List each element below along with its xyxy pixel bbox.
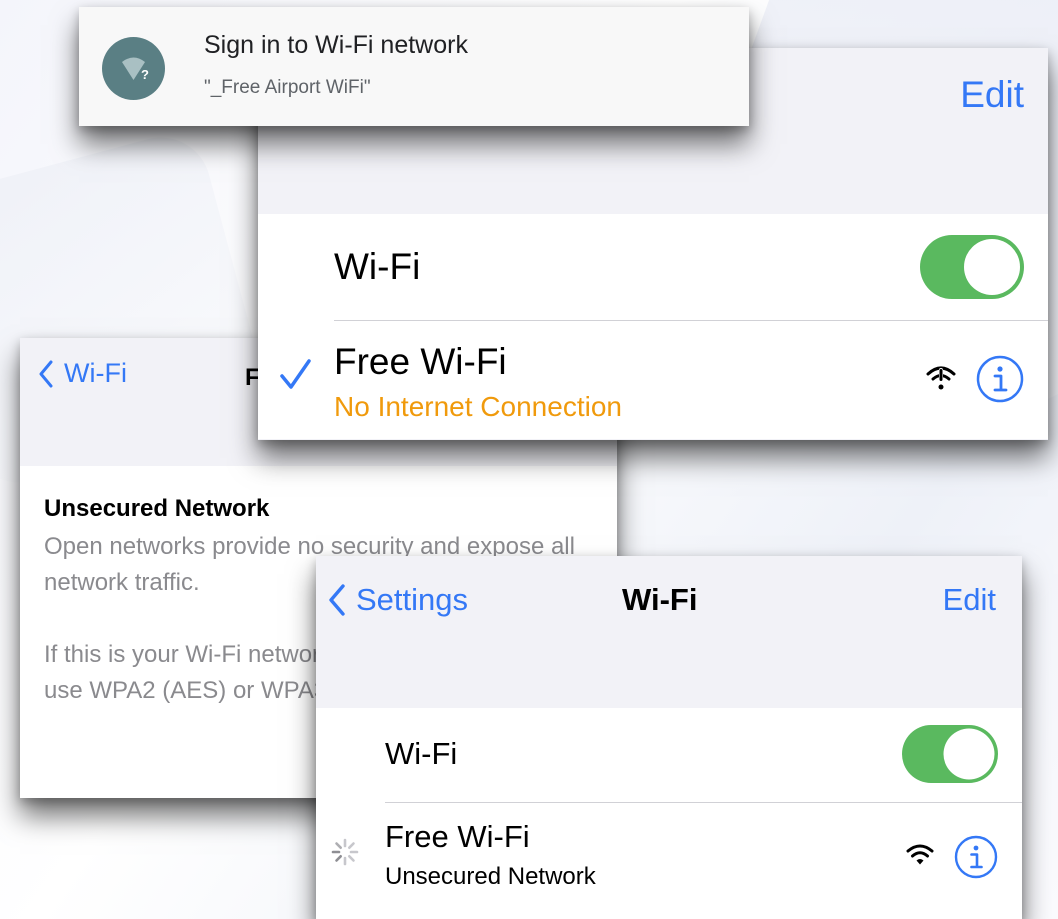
- loading-spinner-icon: [331, 838, 359, 866]
- notification-badge: ?: [102, 37, 165, 100]
- wifi-settings-screen: Settings Wi-Fi Edit Wi-Fi Free Wi-Fi Uns…: [316, 556, 1022, 919]
- wifi-question-icon: ?: [122, 57, 149, 82]
- info-icon[interactable]: [976, 355, 1024, 403]
- edit-button[interactable]: Edit: [943, 582, 996, 618]
- network-status: Unsecured Network: [385, 863, 596, 890]
- wifi-list: Wi-Fi Free Wi-Fi Unsecured Network: [316, 708, 1022, 919]
- edit-button[interactable]: Edit: [960, 74, 1024, 116]
- wifi-no-internet-icon: [926, 366, 956, 390]
- network-name: Free Wi-Fi: [334, 341, 507, 382]
- network-row[interactable]: Free Wi-Fi Unsecured Network: [316, 803, 1022, 919]
- wifi-icon: [906, 844, 934, 865]
- wifi-sign-in-notification[interactable]: ? Sign in to Wi-Fi network "_Free Airpor…: [79, 7, 749, 126]
- chevron-left-icon: [39, 360, 53, 387]
- notification-subtitle: "_Free Airport WiFi": [204, 77, 371, 98]
- page-title: Wi-Fi: [622, 582, 698, 617]
- checkmark-icon: [280, 359, 311, 389]
- wifi-toggle-row: Wi-Fi: [258, 214, 1048, 321]
- back-button-label: Wi-Fi: [64, 358, 127, 388]
- wifi-list: Wi-Fi Free Wi-Fi No Internet Connection: [258, 214, 1048, 439]
- svg-text:?: ?: [141, 67, 149, 82]
- wifi-toggle-row: Wi-Fi: [316, 708, 1022, 803]
- network-name: Free Wi-Fi: [385, 819, 530, 854]
- back-button-label: Settings: [356, 582, 469, 617]
- network-status: No Internet Connection: [334, 391, 622, 422]
- wifi-toggle-switch[interactable]: [902, 725, 998, 783]
- network-row[interactable]: Free Wi-Fi No Internet Connection: [258, 321, 1048, 439]
- section-heading: Unsecured Network: [44, 495, 270, 522]
- info-icon[interactable]: [954, 835, 998, 879]
- navigation-bar: Settings Wi-Fi Edit: [316, 556, 1022, 708]
- wifi-toggle-label: Wi-Fi: [385, 736, 458, 771]
- wifi-toggle-label: Wi-Fi: [334, 246, 421, 287]
- wifi-toggle-switch[interactable]: [920, 235, 1024, 299]
- notification-title: Sign in to Wi-Fi network: [204, 31, 468, 59]
- back-button[interactable]: Wi-Fi: [38, 358, 127, 389]
- chevron-left-icon: [329, 584, 345, 616]
- back-button[interactable]: Settings: [328, 582, 468, 618]
